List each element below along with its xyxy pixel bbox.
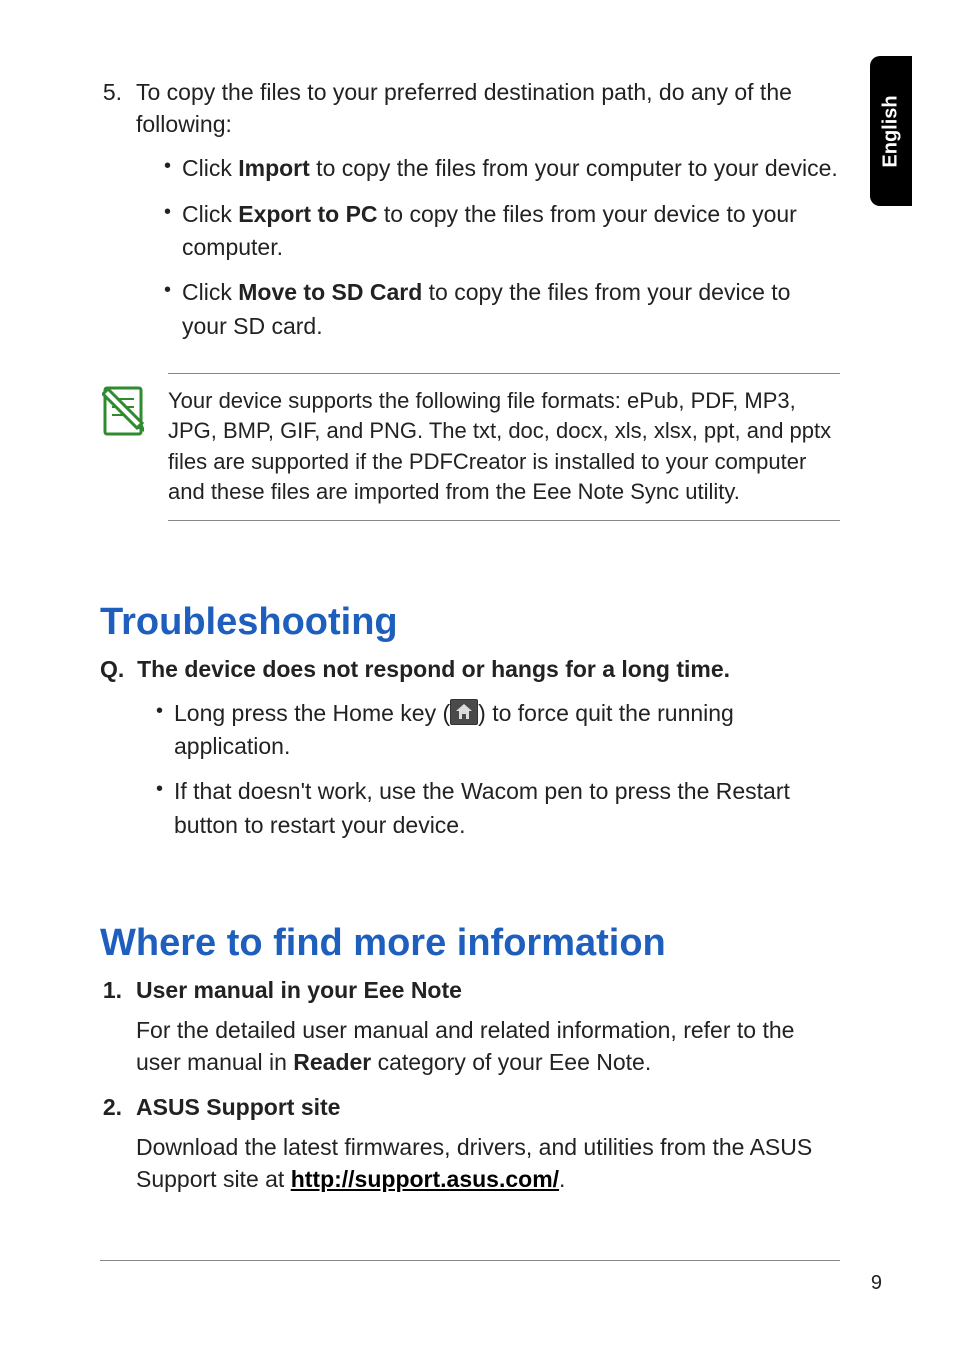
paragraph: For the detailed user manual and related… [136,1014,836,1078]
note-text: Your device supports the following file … [168,373,840,520]
page-content: 5. To copy the files to your preferred d… [100,76,840,1196]
subheading-number: 2. [100,1094,122,1121]
list-item: • Click Move to SD Card to copy the file… [164,276,840,343]
home-key-icon [450,699,478,725]
list-item: • If that doesn't work, use the Wacom pe… [156,775,840,842]
sub-bullet-list: • Click Import to copy the files from yo… [164,152,840,343]
q-label: Q. [100,656,124,682]
footer-divider [100,1260,840,1261]
q-text: The device does not respond or hangs for… [137,656,730,682]
note-block: Your device supports the following file … [100,373,840,520]
step-number: 5. [100,76,122,355]
subheading-number: 1. [100,977,122,1004]
subheading-title: ASUS Support site [136,1094,340,1121]
language-tab: English [870,56,912,206]
document-page: English 5. To copy the files to your pre… [0,0,954,1351]
bold-text: Move to SD Card [238,279,422,305]
list-item: • Click Export to PC to copy the files f… [164,198,840,265]
text: Click [182,279,238,305]
text: If that doesn't work, use the Wacom pen … [174,775,840,842]
text: to copy the files from your computer to … [310,155,838,181]
subheading-title: User manual in your Eee Note [136,977,462,1004]
paragraph: Download the latest firmwares, drivers, … [136,1131,836,1195]
bold-text: Import [238,155,310,181]
text: Long press the Home key ( [174,700,450,726]
numbered-subheading: 1. User manual in your Eee Note [100,977,840,1004]
bullet-dot-icon: • [164,152,170,185]
text: . [559,1166,565,1192]
bold-text: Export to PC [238,201,377,227]
page-number: 9 [871,1272,882,1295]
answer-list: • Long press the Home key () to force qu… [156,697,840,842]
language-label: English [880,95,903,167]
step-body: To copy the files to your preferred dest… [136,76,840,355]
note-icon [102,385,144,437]
list-item: • Long press the Home key () to force qu… [156,697,840,764]
bullet-dot-icon: • [164,198,170,265]
note-icon-wrap [100,373,146,520]
numbered-step: 5. To copy the files to your preferred d… [100,76,840,355]
section-heading-moreinfo: Where to find more information [100,922,840,965]
bold-text: Reader [293,1049,371,1075]
section-heading-troubleshooting: Troubleshooting [100,601,840,644]
list-item: • Click Import to copy the files from yo… [164,152,840,185]
bullet-dot-icon: • [156,697,162,764]
bullet-dot-icon: • [156,775,162,842]
step-intro-text: To copy the files to your preferred dest… [136,79,792,137]
text: Click [182,155,238,181]
question-line: Q. The device does not respond or hangs … [100,656,840,683]
bullet-dot-icon: • [164,276,170,343]
support-link[interactable]: http://support.asus.com/ [291,1166,559,1192]
text: Click [182,201,238,227]
text: category of your Eee Note. [371,1049,651,1075]
numbered-subheading: 2. ASUS Support site [100,1094,840,1121]
